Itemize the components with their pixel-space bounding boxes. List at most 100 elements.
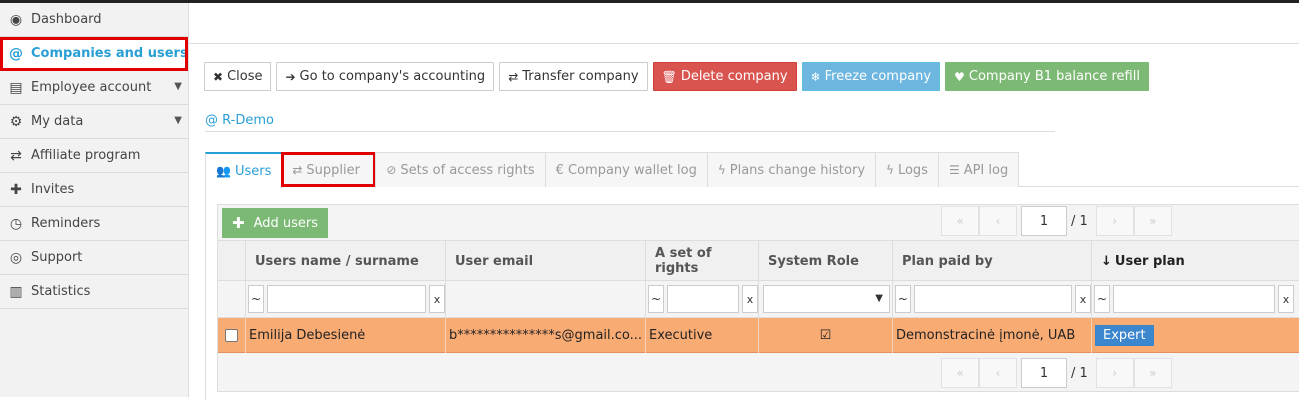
check-square-icon: ☑ [819,328,832,343]
sidebar-item-label: My data [31,114,84,129]
filter-plan-input[interactable] [1113,285,1275,313]
header-plan-paid-by[interactable]: Plan paid by [893,241,1092,281]
filter-mode-button[interactable]: ~ [895,285,911,313]
list-icon: ☰ [948,163,960,177]
filter-paid-by: ~ x [893,281,1092,317]
sidebar-item-reminders[interactable]: ◷ Reminders [0,207,188,241]
sidebar-item-my-data[interactable]: ⚙ My data ▼ [0,105,188,139]
filter-role-select[interactable]: ▼ [763,285,890,313]
bolt-icon: ϟ [717,163,726,177]
sidebar-item-support[interactable]: ◎ Support [0,241,188,275]
filter-rights-input[interactable] [667,285,739,313]
next-page-button[interactable]: › [1095,206,1134,236]
trash-icon: 🗑 [661,69,677,84]
delete-company-button[interactable]: 🗑 Delete company [652,62,797,91]
main-content: ✖ Close ➔ Go to company's accounting ⇄ Tran… [189,3,1299,400]
row-checkbox[interactable] [225,329,238,342]
toolbar: ✖ Close ➔ Go to company's accounting ⇄ Tran… [204,62,1149,91]
company-name[interactable]: @ R-Demo [205,113,1055,132]
sign-in-icon: ➔ [285,69,296,84]
tab-wallet-log[interactable]: € Company wallet log [544,152,708,187]
table-row[interactable]: Emilija Debesienė b***************s@gmai… [218,318,1299,353]
cell-paid-by: Demonstracinė įmonė, UAB [893,318,1092,353]
sidebar-item-label: Dashboard [31,12,102,27]
pager-bottom: « ‹ 1 / 1 › » [941,358,1172,388]
page-total: / 1 [1071,213,1088,229]
gears-icon: ⚙ [9,113,23,130]
prev-page-button[interactable]: ‹ [979,358,1017,388]
page-input[interactable]: 1 [1021,206,1067,236]
filter-rights: ~ x [646,281,759,317]
table-header: Users name / surname User email A set of… [218,240,1299,281]
filter-mode-button[interactable]: ~ [248,285,264,313]
sidebar-item-invites[interactable]: ✚ Invites [0,173,188,207]
plan-badge: Expert [1095,325,1154,346]
sort-down-icon: ↓ [1101,253,1112,269]
next-page-button[interactable]: › [1095,358,1134,388]
pager-top: « ‹ 1 / 1 › » [941,206,1172,236]
tab-plans-history[interactable]: ϟ Plans change history [706,152,877,187]
lifebuoy-icon: ◎ [9,249,23,266]
filter-row: ~ x ~ x ▼ ~ x ~ x [218,281,1299,318]
transfer-company-button[interactable]: ⇄ Transfer company [499,62,648,91]
filter-mode-button[interactable]: ~ [1094,285,1110,313]
header-rights[interactable]: A set of rights [646,241,759,281]
handshake-icon: ⇄ [10,147,22,164]
header-name[interactable]: Users name / surname [246,241,446,281]
tab-api-log[interactable]: ☰ API log [937,152,1020,187]
sidebar-item-label: Support [31,250,83,265]
header-band [189,3,1299,44]
sidebar-item-label: Statistics [31,284,91,299]
sidebar-item-affiliate-program[interactable]: ⇄ Affiliate program [0,139,188,173]
sidebar-item-label: Companies and users [31,46,188,61]
bar-chart-icon: ▥ [9,283,23,300]
at-icon: @ [205,113,223,128]
cell-email: b***************s@gmail.co... [446,318,646,353]
filter-clear-button[interactable]: x [742,285,758,313]
close-button[interactable]: ✖ Close [204,62,272,91]
users-icon: 👥 [216,164,231,178]
sidebar-item-label: Reminders [31,216,101,231]
header-user-plan[interactable]: ↓ User plan [1092,241,1299,281]
header-system-role[interactable]: System Role [759,241,893,281]
filter-clear-button[interactable]: x [429,285,445,313]
filter-name-input[interactable] [267,285,426,313]
tab-logs[interactable]: ϟ Logs [875,152,939,187]
chevron-down-icon: ▼ [174,115,182,126]
tab-access-rights[interactable]: ⊘ Sets of access rights [375,152,546,187]
filter-name: ~ x [246,281,446,317]
page-total: / 1 [1071,365,1088,381]
filter-clear-button[interactable]: x [1278,285,1294,313]
prev-page-button[interactable]: ‹ [979,206,1017,236]
header-email[interactable]: User email [446,241,646,281]
filter-mode-button[interactable]: ~ [648,285,664,313]
tab-supplier[interactable]: ⇄ Supplier [281,152,377,187]
filter-clear-button[interactable]: x [1075,285,1091,313]
filter-paid-by-input[interactable] [913,285,1073,313]
row-select-cell [218,318,246,353]
sidebar-item-companies-and-users[interactable]: @ Companies and users [0,37,188,71]
first-page-button[interactable]: « [941,206,979,236]
ban-icon: ⊘ [386,163,397,177]
freeze-company-button[interactable]: ❄ Freeze company [801,62,941,91]
go-to-accounting-button[interactable]: ➔ Go to company's accounting [276,62,495,91]
tab-panel: ✚ Add users « ‹ 1 / 1 › » Users name / su… [205,187,1299,400]
tab-users[interactable]: 👥 Users [205,152,283,188]
cell-name: Emilija Debesienė [246,318,446,353]
sidebar-item-statistics[interactable]: ▥ Statistics [0,275,188,309]
last-page-button[interactable]: » [1133,206,1172,236]
add-users-button[interactable]: ✚ Add users [222,208,329,238]
sidebar-item-label: Affiliate program [31,148,141,163]
exchange-icon: ⇄ [292,163,303,177]
page-input[interactable]: 1 [1021,358,1067,388]
at-icon: @ [9,45,23,62]
cell-system-role: ☑ [759,318,893,353]
plus-icon: ✚ [232,214,245,232]
balance-refill-button[interactable]: ♥ Company B1 balance refill [945,62,1149,91]
sidebar-item-employee-account[interactable]: ▤ Employee account ▼ [0,71,188,105]
filter-plan: ~ x [1092,281,1299,317]
first-page-button[interactable]: « [941,358,979,388]
sidebar-item-label: Employee account [31,80,152,95]
sidebar-item-dashboard[interactable]: ◉ Dashboard [0,3,188,37]
last-page-button[interactable]: » [1133,358,1172,388]
